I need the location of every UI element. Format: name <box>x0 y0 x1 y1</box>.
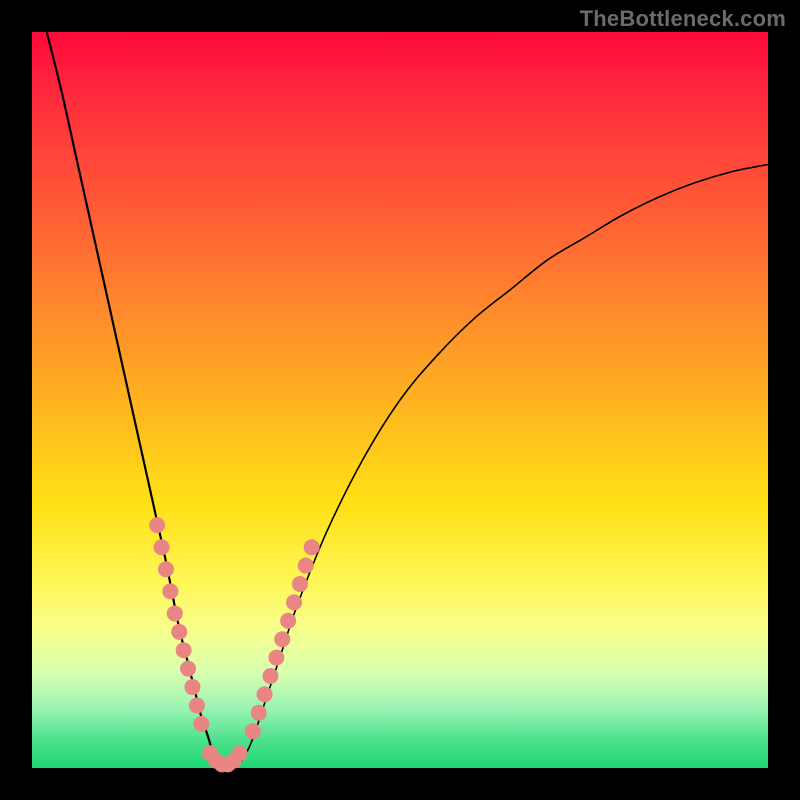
marker-dot <box>167 605 183 621</box>
series-group <box>47 32 768 767</box>
plot-area <box>32 32 768 768</box>
marker-dot <box>176 642 192 658</box>
marker-dot <box>257 686 273 702</box>
chart-svg <box>32 32 768 768</box>
marker-dot <box>171 624 187 640</box>
marker-dot <box>193 716 209 732</box>
marker-dot <box>298 558 314 574</box>
marker-dot <box>286 594 302 610</box>
markers-group <box>149 517 320 772</box>
marker-dot <box>268 650 284 666</box>
marker-dot <box>262 668 278 684</box>
marker-dot <box>154 539 170 555</box>
marker-dot <box>304 539 320 555</box>
marker-dot <box>180 661 196 677</box>
marker-dot <box>158 561 174 577</box>
marker-dot <box>232 745 248 761</box>
marker-dot <box>189 697 205 713</box>
marker-dot <box>162 583 178 599</box>
marker-dot <box>184 679 200 695</box>
marker-dot <box>149 517 165 533</box>
marker-dot <box>280 613 296 629</box>
chart-frame: TheBottleneck.com <box>0 0 800 800</box>
watermark-text: TheBottleneck.com <box>580 6 786 32</box>
marker-dot <box>274 631 290 647</box>
marker-dot <box>245 723 261 739</box>
marker-dot <box>251 705 267 721</box>
curve-right-branch <box>244 164 768 757</box>
marker-dot <box>292 576 308 592</box>
